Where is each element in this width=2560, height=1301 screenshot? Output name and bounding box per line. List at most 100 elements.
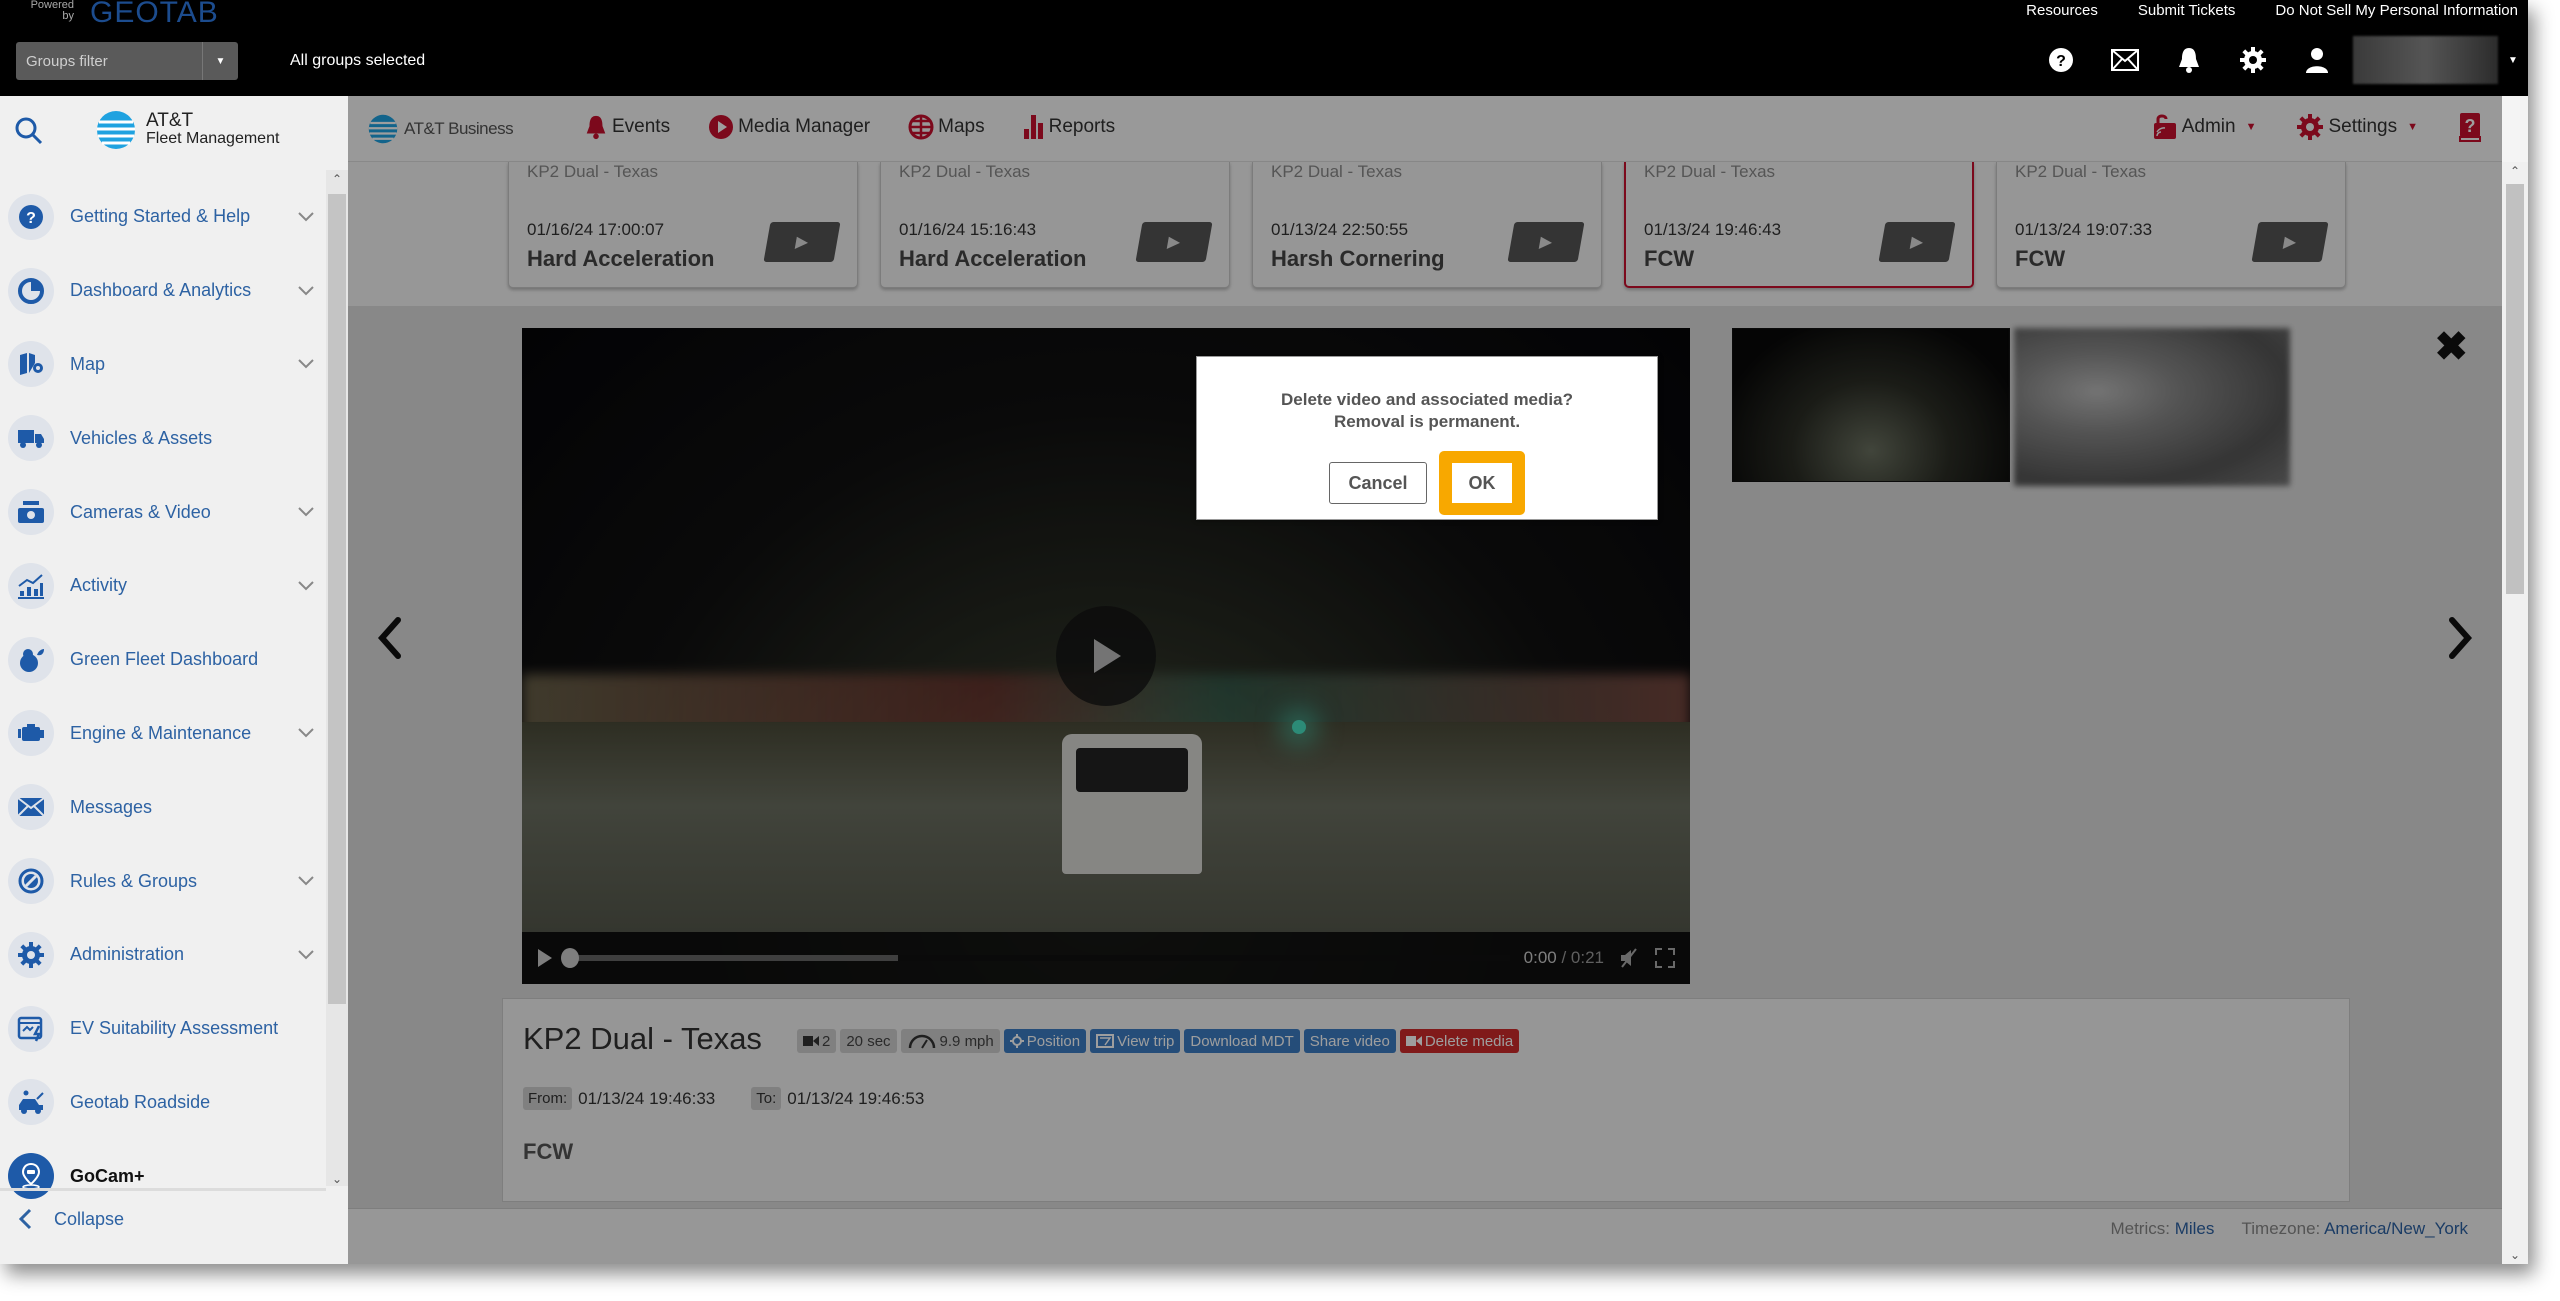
sidebar-item-administration[interactable]: Administration (0, 918, 326, 992)
video-frame-vehicle (1062, 734, 1202, 874)
svg-text:?: ? (26, 210, 36, 227)
main-scrollbar[interactable]: ⌃ ⌄ (2502, 162, 2528, 1264)
sidebar-item-roadside[interactable]: Geotab Roadside (0, 1066, 326, 1140)
sidebar-item-green-fleet[interactable]: Green Fleet Dashboard (0, 623, 326, 697)
mute-icon[interactable] (1618, 947, 1640, 969)
chevron-down-icon[interactable] (286, 876, 326, 886)
top-bar: Powered by GEOTAB Groups filter ▼ All gr… (0, 0, 2528, 96)
metrics-link[interactable]: Miles (2175, 1219, 2215, 1238)
chevron-down-icon[interactable] (286, 212, 326, 222)
sidebar-item-label: Engine & Maintenance (70, 722, 252, 743)
video-camera-icon[interactable]: ▶ (2251, 222, 2329, 262)
nav-media-manager[interactable]: Media Manager (708, 114, 870, 140)
sidebar-item-messages[interactable]: Messages (0, 770, 326, 844)
download-mdt-button[interactable]: Download MDT (1184, 1029, 1300, 1053)
position-button[interactable]: Position (1003, 1029, 1087, 1053)
scroll-down-icon[interactable]: ⌄ (2502, 1248, 2528, 1262)
cancel-button[interactable]: Cancel (1329, 462, 1427, 504)
nav-events[interactable]: Events (584, 114, 670, 140)
search-icon[interactable] (14, 116, 44, 151)
thumbnail-road-camera[interactable] (1732, 328, 2010, 482)
chevron-down-icon[interactable] (286, 581, 326, 591)
event-card-selected[interactable]: KP2 Dual - Texas 01/13/24 19:46:43 FCW ▶ (1624, 162, 1974, 288)
sidebar-item-getting-started[interactable]: ? Getting Started & Help (0, 180, 326, 254)
event-card[interactable]: KP2 Dual - Texas 01/13/24 22:50:55 Harsh… (1252, 162, 1602, 288)
close-icon[interactable]: ✖ (2434, 324, 2468, 370)
chevron-down-icon[interactable] (286, 359, 326, 369)
camera-icon (8, 489, 54, 536)
current-time: 0:00 (1523, 948, 1557, 967)
timezone-link[interactable]: America/New_York (2324, 1219, 2468, 1238)
ok-button[interactable]: OK (1452, 463, 1512, 503)
resources-link[interactable]: Resources (2026, 2, 2098, 19)
chevron-down-icon[interactable] (286, 728, 326, 738)
help-icon[interactable]: ? (2029, 47, 2093, 73)
gear-icon[interactable] (2221, 46, 2285, 74)
share-video-button[interactable]: Share video (1303, 1029, 1396, 1053)
admin-menu[interactable]: Admin ▼ (2152, 113, 2256, 141)
groups-filter-input[interactable]: Groups filter (16, 53, 202, 70)
video-camera-icon[interactable]: ▶ (1135, 222, 1213, 262)
previous-arrow-icon[interactable] (376, 616, 404, 665)
settings-menu[interactable]: Settings ▼ (2296, 113, 2418, 141)
do-not-sell-link[interactable]: Do Not Sell My Personal Information (2275, 2, 2518, 19)
crosshair-icon (1009, 1034, 1024, 1048)
event-card[interactable]: KP2 Dual - Texas 01/13/24 19:07:33 FCW ▶ (1996, 162, 2346, 288)
chevron-down-icon[interactable] (286, 507, 326, 517)
scroll-up-icon[interactable]: ⌃ (2502, 164, 2528, 178)
delete-media-button[interactable]: Delete media (1399, 1029, 1520, 1053)
progress-handle[interactable] (561, 948, 579, 968)
next-arrow-icon[interactable] (2446, 616, 2474, 665)
sidebar-item-ev-suitability[interactable]: EV Suitability Assessment (0, 992, 326, 1066)
sidebar-item-engine[interactable]: Engine & Maintenance (0, 697, 326, 771)
mail-icon[interactable] (2093, 49, 2157, 71)
user-menu-caret-icon[interactable]: ▼ (2498, 55, 2528, 66)
rules-icon (8, 858, 54, 905)
video-camera-icon[interactable]: ▶ (1878, 222, 1956, 262)
map-icon (8, 341, 54, 388)
event-card[interactable]: KP2 Dual - Texas 01/16/24 15:16:43 Hard … (880, 162, 1230, 288)
play-icon[interactable] (536, 947, 554, 969)
sidebar-item-gocam[interactable]: GoCam+ (0, 1139, 326, 1213)
thumbnail-driver-camera-blurred[interactable] (2014, 328, 2290, 486)
video-camera-icon[interactable]: ▶ (1507, 222, 1585, 262)
dialog-message-line-2: Removal is permanent. (1333, 412, 1521, 431)
att-business-label: AT&T Business (404, 119, 514, 138)
groups-filter[interactable]: Groups filter ▼ (16, 42, 238, 80)
video-progress-bar[interactable] (561, 948, 1510, 968)
svg-text:?: ? (2056, 53, 2066, 70)
caret-down-icon: ▼ (2407, 121, 2418, 133)
fullscreen-icon[interactable] (1654, 947, 1676, 969)
scroll-up-icon[interactable]: ⌃ (326, 172, 348, 186)
sidebar-item-cameras[interactable]: Cameras & Video (0, 475, 326, 549)
bell-icon[interactable] (2157, 46, 2221, 74)
user-icon[interactable] (2285, 46, 2349, 74)
chevron-down-icon[interactable] (286, 950, 326, 960)
sidebar-item-label: Vehicles & Assets (70, 427, 213, 448)
submit-tickets-link[interactable]: Submit Tickets (2138, 2, 2236, 19)
video-camera-icon[interactable]: ▶ (763, 222, 841, 262)
collapse-label: Collapse (54, 1208, 125, 1229)
main-scroll-thumb[interactable] (2506, 184, 2524, 594)
sidebar-scrollbar[interactable]: ⌃ ⌄ (326, 170, 348, 1186)
big-play-button[interactable] (1056, 606, 1156, 706)
sidebar-item-vehicles[interactable]: Vehicles & Assets (0, 401, 326, 475)
chevron-down-icon[interactable] (286, 285, 326, 296)
collapse-button[interactable]: Collapse (18, 1208, 124, 1230)
sidebar-item-activity[interactable]: Activity (0, 549, 326, 623)
user-name-redacted[interactable] (2353, 36, 2498, 84)
settings-gear-icon (2297, 114, 2324, 140)
sidebar-item-map[interactable]: Map (0, 328, 326, 402)
chevron-down-icon[interactable]: ▼ (202, 42, 238, 80)
sidebar-item-dashboard[interactable]: Dashboard & Analytics (0, 254, 326, 328)
nav-maps[interactable]: Maps (908, 114, 985, 140)
nav-reports[interactable]: Reports (1023, 114, 1115, 140)
sidebar-scroll-thumb[interactable] (328, 194, 346, 1004)
delete-confirm-dialog: Delete video and associated media? Remov… (1196, 356, 1658, 520)
main-content: AT&T Business Events Media Manager Maps (348, 96, 2528, 1264)
help-book-button[interactable]: ? (2458, 112, 2482, 142)
event-card[interactable]: KP2 Dual - Texas 01/16/24 17:00:07 Hard … (508, 162, 858, 288)
sidebar-item-rules[interactable]: Rules & Groups (0, 844, 326, 918)
scroll-down-icon[interactable]: ⌄ (326, 1172, 348, 1186)
view-trip-button[interactable]: View trip (1090, 1029, 1181, 1053)
